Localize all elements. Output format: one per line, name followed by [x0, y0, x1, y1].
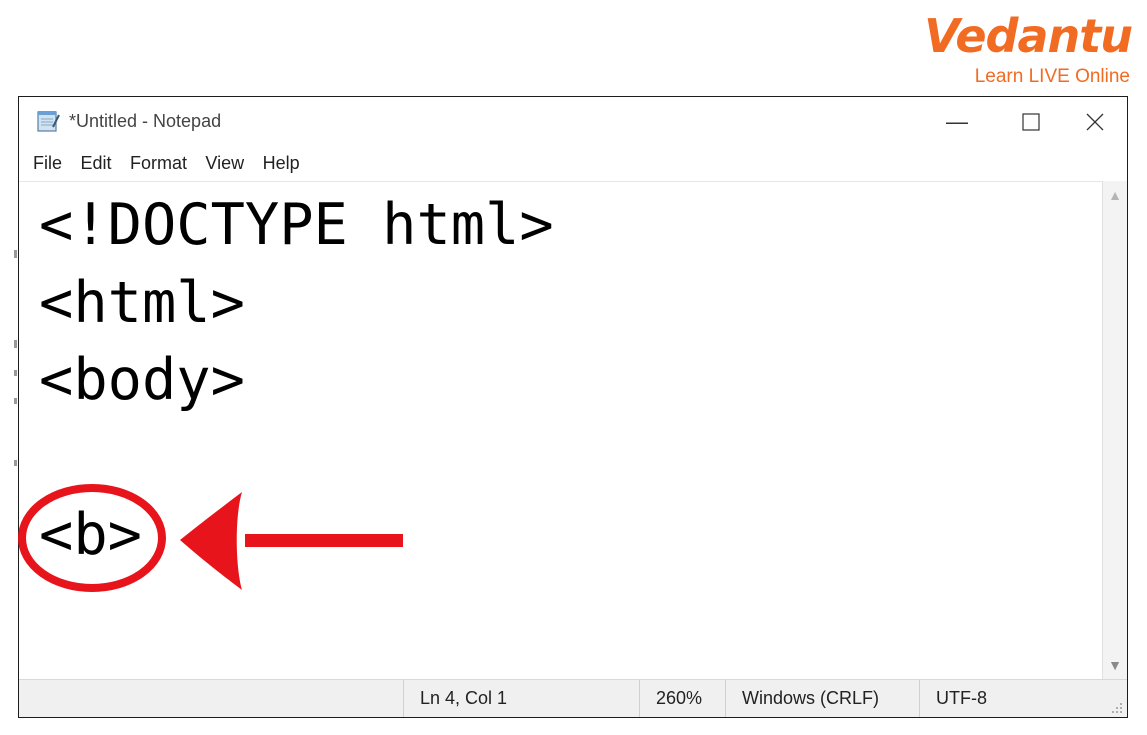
edge-mark [14, 250, 17, 258]
status-zoom: 260% [639, 680, 725, 717]
window-title: *Untitled - Notepad [69, 111, 222, 131]
edge-mark [14, 398, 17, 404]
status-encoding: UTF-8 [919, 680, 1105, 717]
status-bar: Ln 4, Col 1 260% Windows (CRLF) UTF-8 [19, 679, 1127, 717]
menu-bar: File Edit Format View Help [19, 149, 1127, 177]
text-editor[interactable]: <!DOCTYPE html> <html> <body> <b> [19, 181, 1105, 680]
code-line-b-tag: <b> [39, 502, 142, 568]
scroll-down-icon[interactable]: ▼ [1103, 657, 1127, 673]
status-cursor-position: Ln 4, Col 1 [403, 680, 639, 717]
menu-format[interactable]: Format [130, 149, 187, 177]
code-line-html: <html> [39, 270, 245, 336]
resize-grip-icon[interactable] [1111, 701, 1123, 713]
logo-tagline: Learn LIVE Online [974, 66, 1130, 87]
menu-file[interactable]: File [33, 149, 62, 177]
minimize-icon[interactable]: — [937, 107, 977, 137]
menu-view[interactable]: View [205, 149, 244, 177]
edge-mark [14, 370, 17, 376]
vedantu-logo: Vedantu Learn LIVE Online [924, 6, 1140, 90]
logo-wordmark: Vedantu [924, 9, 1133, 63]
edge-mark [14, 340, 17, 348]
menu-edit[interactable]: Edit [80, 149, 111, 177]
scroll-up-icon[interactable]: ▲ [1103, 187, 1127, 203]
notepad-window: *Untitled - Notepad — File Edit Format V… [18, 96, 1128, 718]
vertical-scrollbar[interactable]: ▲ ▼ [1102, 181, 1127, 679]
maximize-icon[interactable] [1011, 107, 1051, 137]
code-line-body: <body> [39, 347, 245, 413]
menu-help[interactable]: Help [263, 149, 300, 177]
code-line-doctype: <!DOCTYPE html> [39, 192, 554, 258]
title-bar[interactable]: *Untitled - Notepad — [19, 97, 1127, 147]
close-icon[interactable] [1075, 107, 1115, 137]
status-line-ending: Windows (CRLF) [725, 680, 919, 717]
notepad-icon [35, 109, 61, 133]
edge-mark [14, 460, 17, 466]
